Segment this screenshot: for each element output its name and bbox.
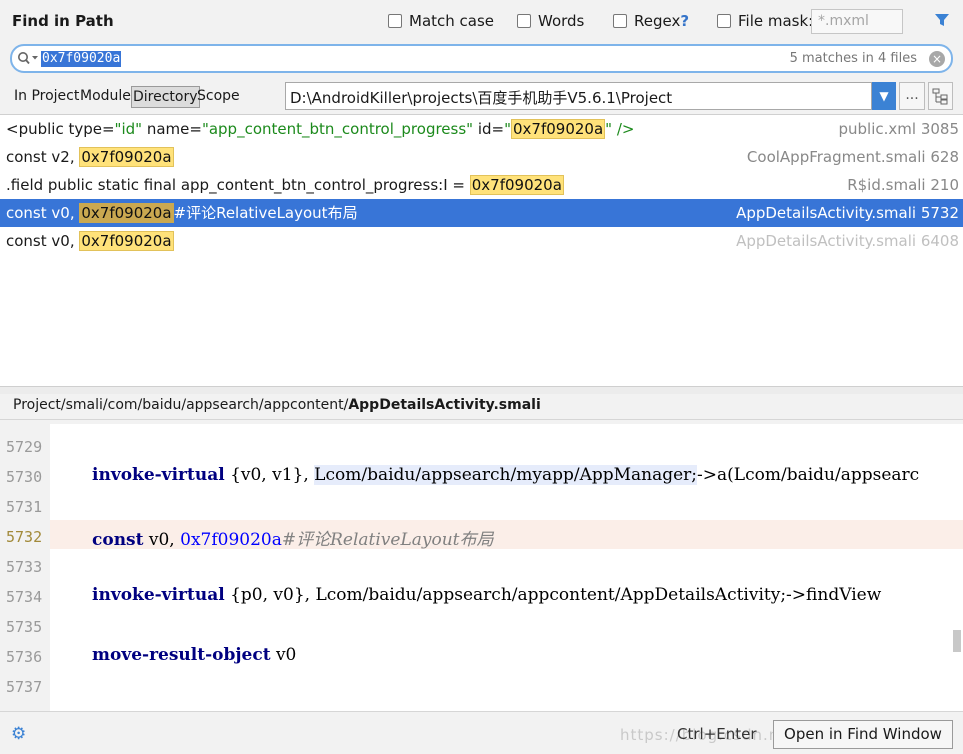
- code-text: v0,: [143, 530, 181, 550]
- words-option[interactable]: Words: [517, 11, 584, 31]
- line-number: 5734: [6, 588, 43, 606]
- preview-path-file: AppDetailsActivity.smali: [348, 397, 541, 413]
- filter-icon[interactable]: [934, 12, 950, 28]
- result-text: name=: [142, 120, 202, 138]
- code-keyword: invoke-virtual: [92, 465, 225, 485]
- match-highlight: 0x7f09020a: [469, 175, 564, 195]
- vertical-scrollbar-thumb[interactable]: [953, 630, 961, 652]
- regex-option[interactable]: Regex ?: [613, 11, 689, 31]
- line-number: 5735: [6, 618, 43, 636]
- match-highlight: 0x7f09020a: [511, 119, 606, 139]
- code-line: invoke-virtual {v0, v1}, Lcom/baidu/apps…: [92, 465, 919, 485]
- result-text: const v2,: [6, 148, 80, 166]
- code-comment: #评论RelativeLayout布局: [281, 530, 494, 550]
- dialog-header: Find in Path Match case Words Regex ? Fi…: [0, 0, 963, 42]
- result-file-location: AppDetailsActivity.smali 6408: [736, 232, 959, 250]
- preview-path-dir: Project/smali/com/baidu/appsearch/appcon…: [13, 397, 349, 413]
- match-count: 5 matches in 4 files: [789, 51, 917, 66]
- match-case-option[interactable]: Match case: [388, 11, 494, 31]
- file-mask-label: File mask:: [738, 12, 814, 30]
- result-text: "id": [114, 120, 143, 138]
- match-highlight: 0x7f09020a: [79, 231, 174, 251]
- preview-path: Project/smali/com/baidu/appsearch/appcon…: [0, 394, 963, 420]
- result-text: <public type=: [6, 120, 115, 138]
- result-file-location: R$id.smali 210: [847, 176, 959, 194]
- result-file-location: AppDetailsActivity.smali 5732: [736, 204, 959, 222]
- regex-label: Regex: [634, 12, 681, 30]
- file-mask-checkbox[interactable]: [717, 14, 731, 28]
- code-line: move-result-object v0: [92, 645, 296, 665]
- line-number: 5729: [6, 438, 43, 456]
- result-text: const v0,: [6, 232, 80, 250]
- result-row[interactable]: const v2, 0x7f09020a CoolAppFragment.sma…: [0, 143, 963, 171]
- dialog-title: Find in Path: [12, 12, 114, 30]
- result-file-location: CoolAppFragment.smali 628: [746, 148, 959, 166]
- line-number: 5730: [6, 468, 43, 486]
- browse-directory-button[interactable]: ...: [899, 82, 925, 110]
- code-line: invoke-virtual {p0, v0}, Lcom/baidu/apps…: [92, 585, 881, 605]
- code-text: ->a(Lcom/baidu/appsearc: [697, 465, 920, 485]
- line-number-current: 5732: [6, 528, 43, 546]
- match-case-checkbox[interactable]: [388, 14, 402, 28]
- open-in-find-window-button[interactable]: Open in Find Window: [773, 720, 953, 749]
- scope-module[interactable]: Module: [80, 88, 131, 104]
- result-text: ": [504, 120, 511, 138]
- result-row[interactable]: const v0, 0x7f09020a AppDetailsActivity.…: [0, 227, 963, 255]
- result-row-selected[interactable]: const v0, 0x7f09020a #评论RelativeLayout布局 …: [0, 199, 963, 227]
- result-text: const v0,: [6, 204, 80, 222]
- clear-search-icon[interactable]: ×: [929, 51, 945, 67]
- recursive-tree-button[interactable]: [928, 82, 953, 110]
- words-checkbox[interactable]: [517, 14, 531, 28]
- regex-help-icon[interactable]: ?: [680, 12, 689, 30]
- code-preview[interactable]: 5729 5730 5731 5732 5733 5734 5735 5736 …: [0, 424, 963, 711]
- shortcut-hint: Ctrl+Enter: [677, 725, 757, 743]
- result-text: " />: [605, 120, 635, 138]
- line-number: 5737: [6, 678, 43, 696]
- match-highlight: 0x7f09020a: [79, 203, 174, 223]
- file-mask-input[interactable]: *.mxml: [811, 9, 903, 34]
- search-field[interactable]: 0x7f09020a 5 matches in 4 files ×: [10, 44, 953, 73]
- regex-checkbox[interactable]: [613, 14, 627, 28]
- result-row[interactable]: .field public static final app_content_b…: [0, 171, 963, 199]
- words-label: Words: [538, 12, 585, 30]
- code-text: {p0, v0}, Lcom/baidu/appsearch/appconten…: [224, 585, 882, 605]
- results-list[interactable]: <public type="id" name="app_content_btn_…: [0, 114, 963, 386]
- code-keyword: invoke-virtual: [92, 585, 225, 605]
- line-number: 5733: [6, 558, 43, 576]
- result-text: .field public static final app_content_b…: [6, 176, 470, 194]
- file-mask-option[interactable]: File mask:: [717, 11, 813, 31]
- line-number: 5736: [6, 648, 43, 666]
- scope-custom[interactable]: Scope: [197, 88, 240, 104]
- match-highlight: 0x7f09020a: [79, 147, 174, 167]
- code-keyword: move-result-object: [92, 645, 271, 665]
- dialog-footer: ⚙ https://blog.csdn.net/... Ctrl+Enter O…: [0, 711, 963, 754]
- directory-path-combobox[interactable]: D:\AndroidKiller\projects\百度手机助手V5.6.1\P…: [285, 82, 872, 110]
- line-number: 5731: [6, 498, 43, 516]
- tree-icon: [932, 88, 948, 105]
- splitter-handle[interactable]: [0, 386, 963, 394]
- code-number: 0x7f09020a: [180, 530, 282, 550]
- scope-directory[interactable]: Directory: [131, 86, 200, 108]
- settings-gear-icon[interactable]: ⚙: [11, 725, 29, 743]
- result-text: "app_content_btn_control_progress": [201, 120, 474, 138]
- line-gutter: 5729 5730 5731 5732 5733 5734 5735 5736 …: [0, 424, 50, 711]
- code-line-current: const v0, 0x7f09020a#评论RelativeLayout布局: [92, 525, 494, 550]
- code-keyword: const: [92, 530, 144, 550]
- code-text: {v0, v1},: [224, 465, 315, 485]
- match-case-label: Match case: [409, 12, 495, 30]
- result-file-location: public.xml 3085: [838, 120, 960, 138]
- result-row[interactable]: <public type="id" name="app_content_btn_…: [0, 115, 963, 143]
- search-input[interactable]: 0x7f09020a: [41, 51, 122, 67]
- code-text: v0: [270, 645, 297, 665]
- search-icon[interactable]: [17, 51, 39, 65]
- directory-dropdown-button[interactable]: ▼: [872, 82, 896, 110]
- scope-in-project[interactable]: In Project: [14, 88, 79, 104]
- code-reference: Lcom/baidu/appsearch/myapp/AppManager;: [314, 465, 698, 485]
- result-text: id=: [473, 120, 505, 138]
- result-text: #评论RelativeLayout布局: [173, 204, 358, 222]
